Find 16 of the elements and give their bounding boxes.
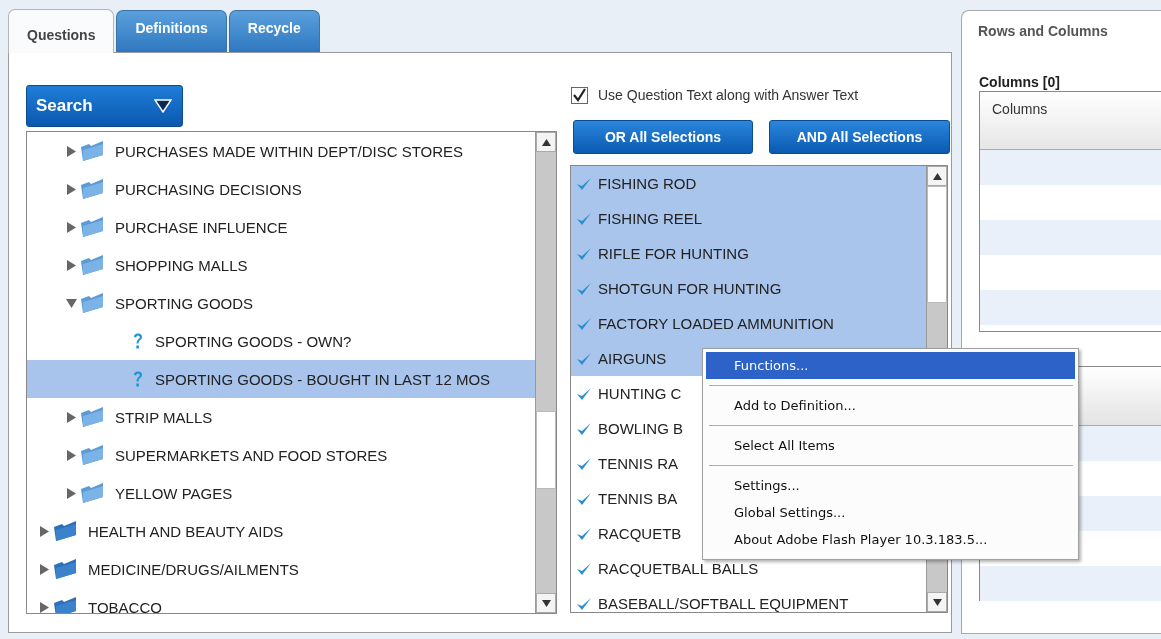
tree-item-label: SPORTING GOODS - OWN? bbox=[155, 332, 352, 350]
tree-item-label: YELLOW PAGES bbox=[115, 484, 233, 502]
tree-item-label: SPORTING GOODS - BOUGHT IN LAST 12 MOS bbox=[155, 370, 491, 388]
tree-item-label: PURCHASES MADE WITHIN DEPT/DISC STORES bbox=[115, 142, 464, 160]
tree-item-label: HEALTH AND BEAUTY AIDS bbox=[88, 522, 284, 540]
tree-item-label: MEDICINE/DRUGS/AILMENTS bbox=[88, 560, 299, 578]
tree-item-label: TOBACCO bbox=[88, 598, 162, 613]
tree-item-label: PURCHASING DECISIONS bbox=[115, 180, 302, 198]
tree-item-label: SUPERMARKETS AND FOOD STORES bbox=[115, 446, 388, 464]
checkbox-label: Use Question Text along with Answer Text bbox=[598, 87, 859, 103]
tree-item-label: SPORTING GOODS bbox=[115, 294, 254, 312]
tree-item-label: SHOPPING MALLS bbox=[115, 256, 248, 274]
columns-label: Columns [0] bbox=[979, 74, 1061, 90]
tree-item-label: PURCHASE INFLUENCE bbox=[115, 218, 288, 236]
panel-title: Rows and Columns bbox=[978, 22, 1109, 41]
tree-item-label: STRIP MALLS bbox=[115, 408, 213, 426]
